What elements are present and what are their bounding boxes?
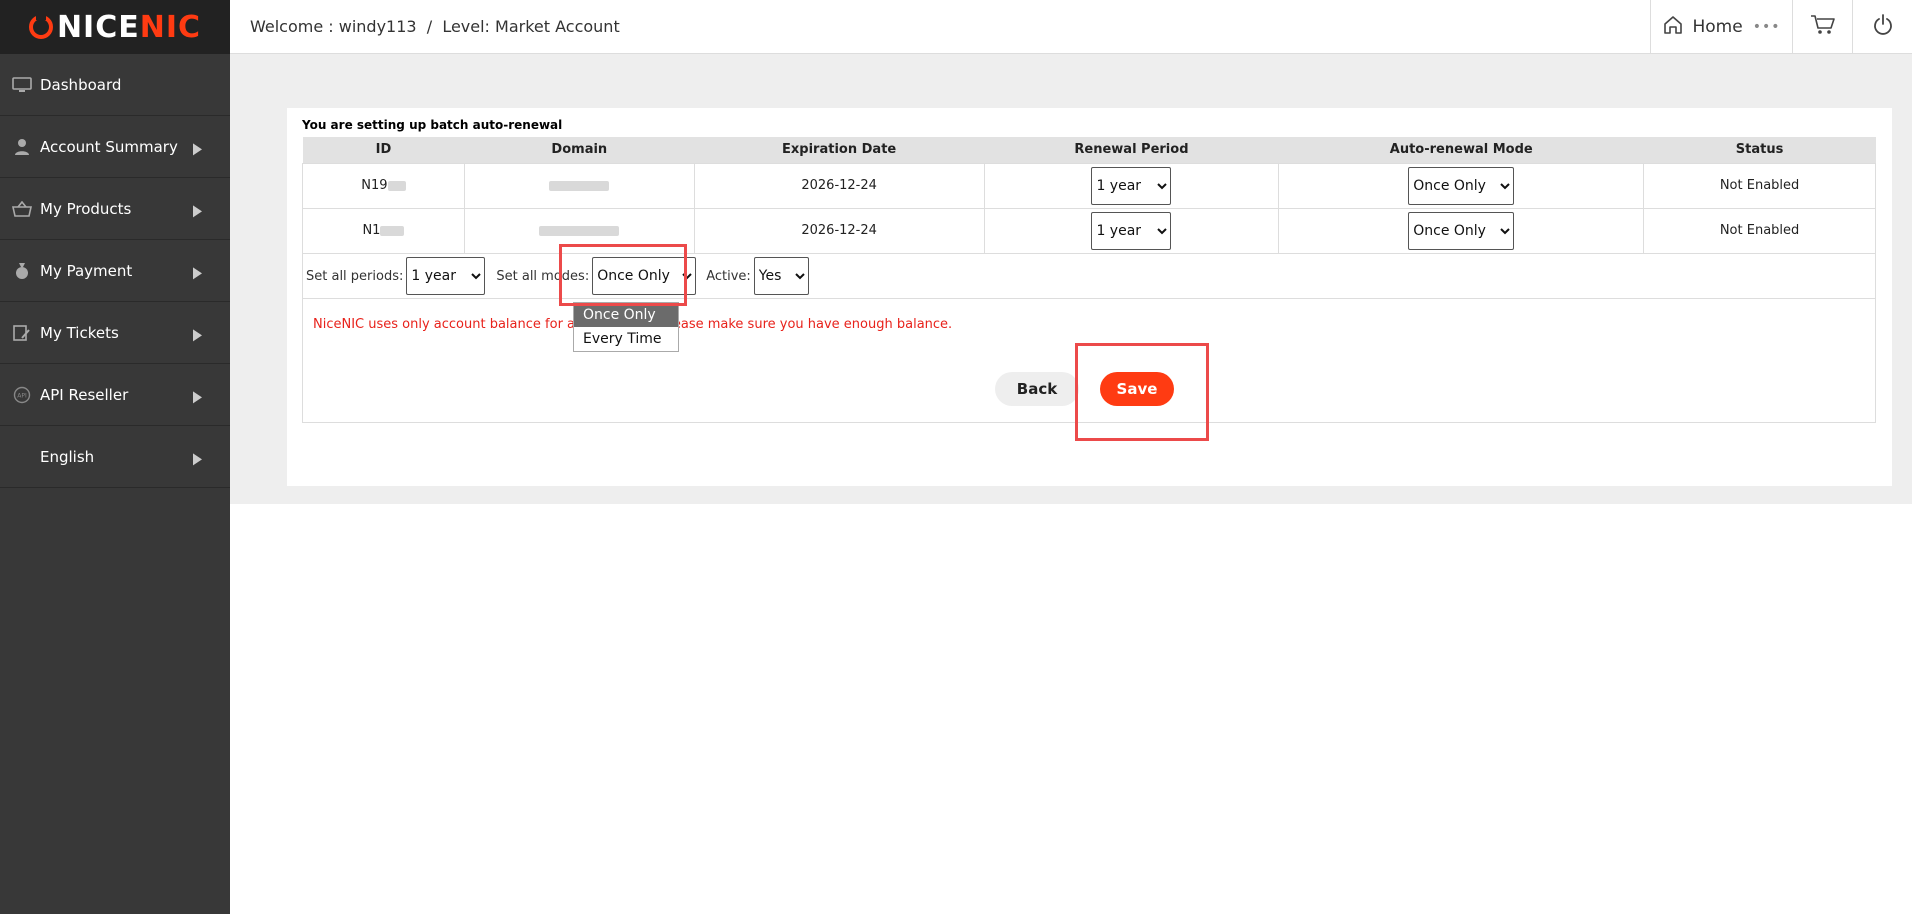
more-icon[interactable]: •••: [1753, 19, 1781, 35]
table-header-row: ID Domain Expiration Date Renewal Period…: [302, 137, 1876, 163]
renewal-table: ID Domain Expiration Date Renewal Period…: [302, 137, 1876, 254]
chevron-right-icon: [193, 266, 202, 279]
modes-dropdown-list: Once Only Every Time: [573, 302, 679, 352]
chevron-right-icon: [193, 390, 202, 403]
chevron-right-icon: [193, 142, 202, 155]
id-cell: N19: [302, 162, 465, 209]
ticket-icon: [12, 323, 32, 343]
svg-text:API: API: [17, 392, 27, 399]
logout-button[interactable]: [1852, 0, 1912, 54]
api-icon: API: [12, 385, 32, 405]
chevron-right-icon: [193, 204, 202, 217]
chevron-right-icon: [193, 452, 202, 465]
column-header: Expiration Date: [694, 137, 985, 163]
sidebar-item-label: Account Summary: [40, 137, 178, 156]
power-icon: [1873, 14, 1893, 40]
dropdown-option-every-time[interactable]: Every Time: [574, 327, 678, 351]
user-icon: [12, 137, 32, 157]
active-label: Active:: [706, 268, 751, 284]
auto-renewal-mode-select[interactable]: Once Only: [1408, 211, 1515, 250]
domain-cell: [463, 162, 695, 209]
sidebar-item-my-products[interactable]: My Products: [0, 178, 230, 240]
home-label: Home: [1692, 17, 1743, 37]
page-title: You are setting up batch auto-renewal: [302, 118, 563, 132]
table-row: N1 2026-12-24 1 year Once Only Not Enabl…: [302, 207, 1876, 254]
sidebar-item-label: English: [40, 447, 95, 466]
column-header: ID: [302, 137, 465, 163]
cart-button[interactable]: [1792, 0, 1852, 54]
sidebar-item-english[interactable]: English: [0, 426, 230, 488]
set-all-periods-label: Set all periods:: [306, 268, 404, 284]
logo[interactable]: NICENIC: [0, 0, 230, 54]
blurred-domain: [539, 225, 620, 236]
sidebar-item-account-summary[interactable]: Account Summary: [0, 116, 230, 178]
dropdown-option-once-only[interactable]: Once Only: [574, 303, 678, 327]
cart-icon: [1810, 14, 1836, 40]
money-bag-icon: [12, 261, 32, 281]
sidebar-item-label: My Products: [40, 199, 132, 218]
top-header: Welcome : windy113 / Level: Market Accou…: [230, 0, 1912, 54]
monitor-icon: [12, 75, 32, 95]
highlight-box-modes: [559, 244, 687, 306]
column-header: Status: [1643, 137, 1876, 163]
renewal-period-select[interactable]: 1 year: [1091, 211, 1172, 250]
welcome-text: Welcome : windy113 / Level: Market Accou…: [250, 17, 620, 36]
active-select[interactable]: Yes: [753, 257, 809, 295]
table-row: N19 2026-12-24 1 year Once Only Not Enab…: [302, 162, 1876, 209]
batch-settings-row: Set all periods: 1 year Set all modes: O…: [302, 254, 1876, 299]
basket-icon: [12, 199, 32, 219]
logo-text: NICENIC: [56, 9, 202, 45]
logo-ring-icon: [28, 12, 53, 39]
sidebar-item-dashboard[interactable]: Dashboard: [0, 54, 230, 116]
sidebar-item-label: My Payment: [40, 261, 133, 280]
column-header: Domain: [464, 137, 695, 163]
sidebar-item-label: Dashboard: [40, 75, 122, 94]
highlight-box-save: [1075, 343, 1209, 441]
sidebar-item-my-tickets[interactable]: My Tickets: [0, 302, 230, 364]
expiration-cell: 2026-12-24: [693, 162, 985, 209]
sidebar-item-api-reseller[interactable]: API API Reseller: [0, 364, 230, 426]
home-button[interactable]: Home •••: [1650, 0, 1792, 54]
blurred-domain: [549, 180, 610, 191]
expiration-cell: 2026-12-24: [693, 207, 985, 254]
back-button[interactable]: Back: [995, 372, 1079, 406]
id-cell: N1: [302, 207, 465, 254]
renewal-period-select[interactable]: 1 year: [1091, 166, 1172, 205]
home-icon: [1663, 15, 1683, 40]
column-header: Auto-renewal Mode: [1278, 137, 1644, 163]
status-cell: Not Enabled: [1643, 162, 1876, 209]
sidebar-item-label: API Reseller: [40, 385, 129, 404]
sidebar-item-label: My Tickets: [40, 323, 119, 342]
sidebar-item-my-payment[interactable]: My Payment: [0, 240, 230, 302]
auto-renewal-mode-select[interactable]: Once Only: [1408, 166, 1515, 205]
sidebar: NICENIC Dashboard Account Summary My Pro…: [0, 0, 230, 914]
chevron-right-icon: [193, 328, 202, 341]
column-header: Renewal Period: [984, 137, 1279, 163]
set-all-periods-select[interactable]: 1 year: [406, 257, 486, 295]
status-cell: Not Enabled: [1643, 207, 1876, 254]
